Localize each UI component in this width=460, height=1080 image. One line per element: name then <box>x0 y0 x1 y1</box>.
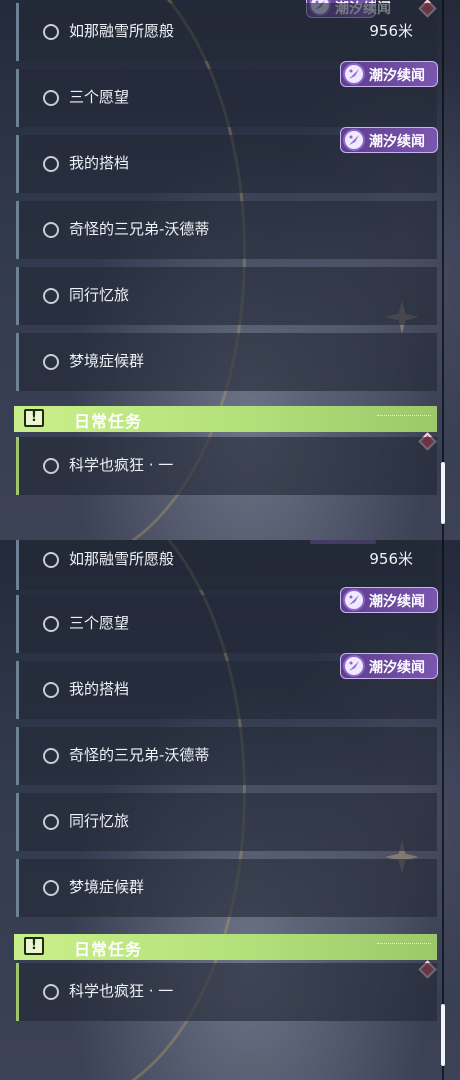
scrollbar-thumb[interactable] <box>441 462 445 524</box>
quest-label: 奇怪的三兄弟-沃德蒂 <box>69 746 210 764</box>
story-badge: 潮汐续闻 <box>340 61 438 87</box>
radio-circle-icon[interactable] <box>43 458 59 474</box>
quest-label: 科学也疯狂 · 一 <box>69 982 174 1000</box>
scrollbar-track[interactable] <box>442 540 444 1080</box>
radio-circle-icon[interactable] <box>43 156 59 172</box>
quest-label: 同行忆旅 <box>69 286 130 304</box>
section-decoration <box>377 415 431 422</box>
quest-label: 梦境症候群 <box>69 352 145 370</box>
radio-circle-icon[interactable] <box>43 24 59 40</box>
exclamation-box-icon: ! <box>24 937 44 955</box>
quest-row[interactable]: 梦境症候群 <box>16 333 437 391</box>
tide-emblem-icon <box>343 589 365 611</box>
radio-circle-icon[interactable] <box>43 814 59 830</box>
quest-row[interactable]: 奇怪的三兄弟-沃德蒂 <box>16 727 437 785</box>
quest-distance: 956米 <box>369 22 413 40</box>
quest-row[interactable]: 同行忆旅 <box>16 793 437 851</box>
quest-label: 三个愿望 <box>69 614 130 632</box>
quest-row[interactable]: 同行忆旅 <box>16 267 437 325</box>
section-header-daily[interactable]: ! 日常任务 <box>14 934 437 960</box>
daily-quest-row[interactable]: 科学也疯狂 · 一 <box>16 437 437 495</box>
tide-emblem-icon <box>343 63 365 85</box>
story-badge: 潮汐续闻 <box>340 653 438 679</box>
scrollbar-thumb[interactable] <box>441 1004 445 1066</box>
quest-row[interactable]: 如那融雪所愿般 956米 <box>16 540 437 590</box>
radio-circle-icon[interactable] <box>43 288 59 304</box>
radio-circle-icon[interactable] <box>43 222 59 238</box>
quest-label: 梦境症候群 <box>69 878 145 896</box>
radio-circle-icon[interactable] <box>43 682 59 698</box>
quest-label: 如那融雪所愿般 <box>69 22 175 40</box>
badge-label: 潮汐续闻 <box>369 594 425 610</box>
quest-label: 我的搭档 <box>69 154 130 172</box>
story-badge: 潮汐续闻 <box>340 127 438 153</box>
badge-label: 潮汐续闻 <box>369 660 425 676</box>
quest-row[interactable]: 如那融雪所愿般 956米 <box>16 3 437 61</box>
radio-circle-icon[interactable] <box>43 748 59 764</box>
quest-label: 同行忆旅 <box>69 812 130 830</box>
quest-distance: 956米 <box>369 550 413 568</box>
scrollbar-track[interactable] <box>442 0 444 540</box>
quest-label: 奇怪的三兄弟-沃德蒂 <box>69 220 210 238</box>
tide-emblem-icon <box>343 129 365 151</box>
quest-panel-bottom: 如那融雪所愿般 956米 三个愿望 潮汐续闻 我的搭档 潮汐续闻 奇怪的三兄弟-… <box>0 540 460 1080</box>
daily-quest-row[interactable]: 科学也疯狂 · 一 <box>16 963 437 1021</box>
quest-row[interactable]: 奇怪的三兄弟-沃德蒂 <box>16 201 437 259</box>
quest-label: 科学也疯狂 · 一 <box>69 456 174 474</box>
radio-circle-icon[interactable] <box>43 616 59 632</box>
badge-label: 潮汐续闻 <box>369 134 425 150</box>
section-decoration <box>377 943 431 950</box>
radio-circle-icon[interactable] <box>43 984 59 1000</box>
badge-label: 潮汐续闻 <box>369 68 425 84</box>
radio-circle-icon[interactable] <box>43 880 59 896</box>
story-badge: 潮汐续闻 <box>340 587 438 613</box>
exclamation-box-icon: ! <box>24 409 44 427</box>
section-header-daily[interactable]: ! 日常任务 <box>14 406 437 432</box>
radio-circle-icon[interactable] <box>43 90 59 106</box>
section-title: 日常任务 <box>74 940 143 959</box>
radio-circle-icon[interactable] <box>43 354 59 370</box>
quest-panel-top: 潮汐续闻 如那融雪所愿般 956米 三个愿望 潮汐续闻 我的搭档 潮汐续闻 奇怪… <box>0 0 460 540</box>
quest-label: 我的搭档 <box>69 680 130 698</box>
section-title: 日常任务 <box>74 412 143 431</box>
quest-row[interactable]: 梦境症候群 <box>16 859 437 917</box>
radio-circle-icon[interactable] <box>43 552 59 568</box>
tide-emblem-icon <box>343 655 365 677</box>
quest-label: 三个愿望 <box>69 88 130 106</box>
quest-label: 如那融雪所愿般 <box>69 550 175 568</box>
